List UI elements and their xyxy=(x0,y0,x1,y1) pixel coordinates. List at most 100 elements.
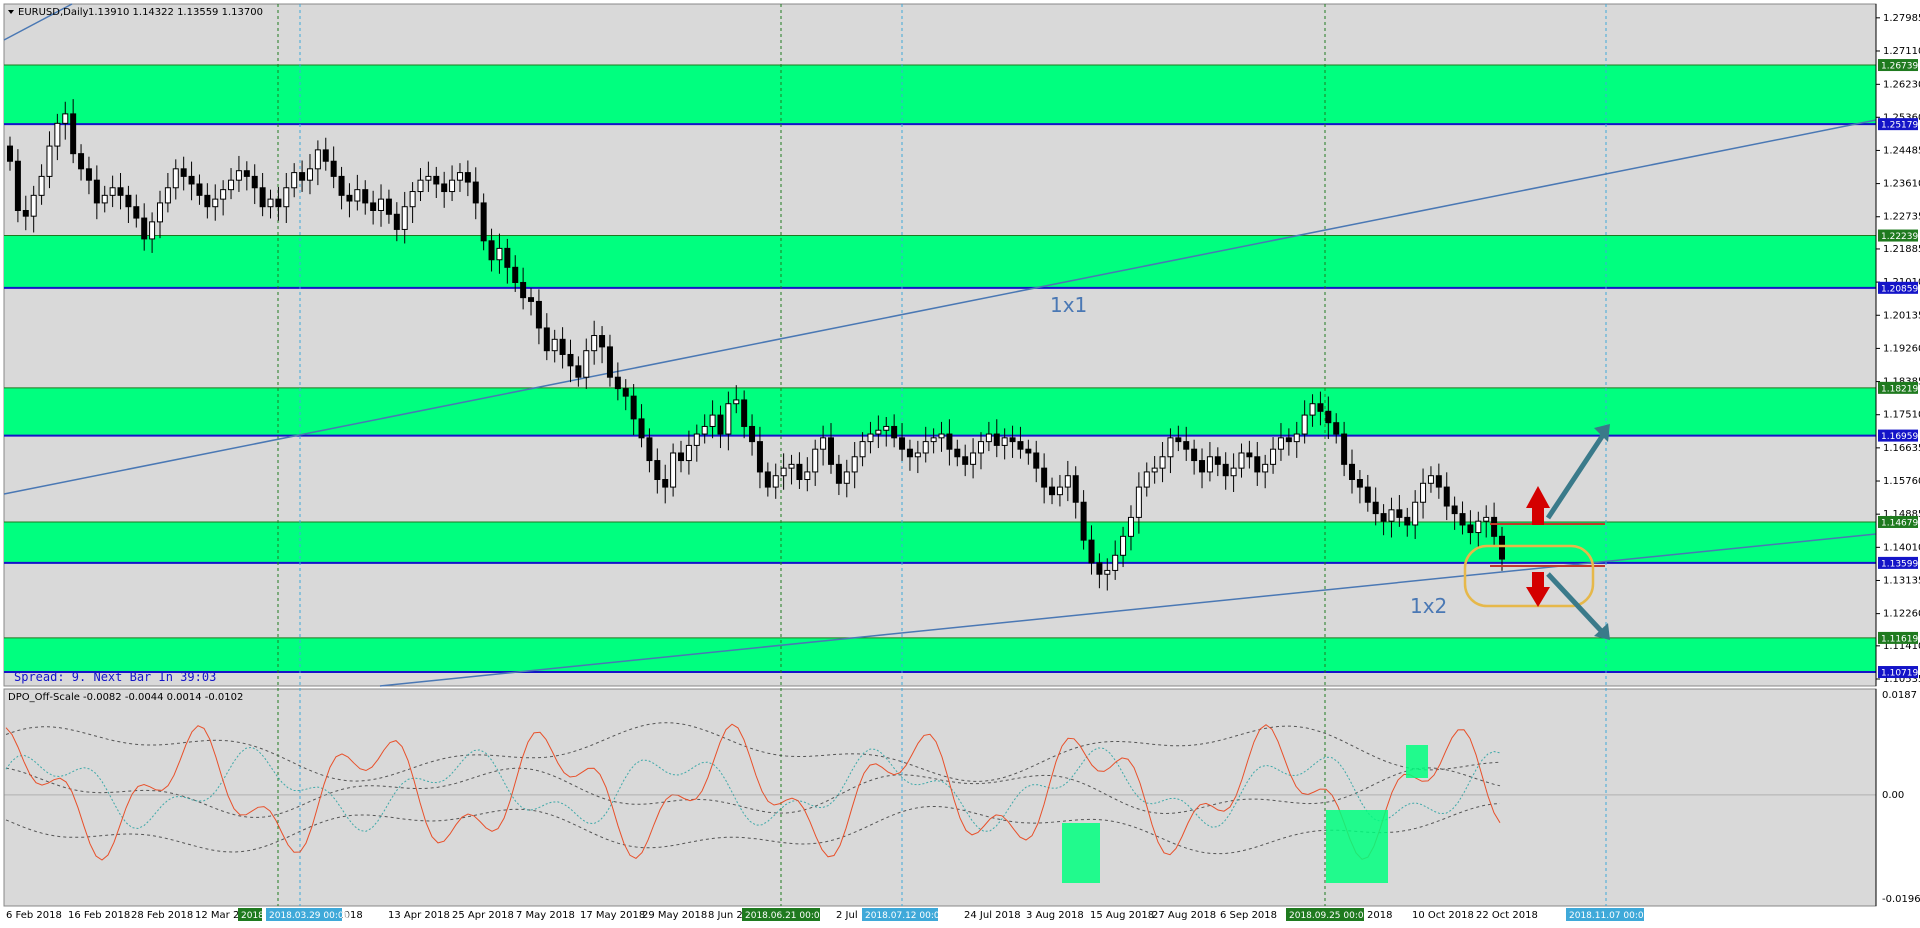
zone-2[interactable] xyxy=(4,235,1876,288)
candle-body xyxy=(512,266,519,283)
candle-body xyxy=(630,395,637,420)
candle-body xyxy=(362,189,369,204)
candle-body xyxy=(1412,501,1419,526)
candle-body xyxy=(125,194,132,208)
candle-body xyxy=(488,240,495,261)
candle-body xyxy=(1206,456,1213,473)
candle-body xyxy=(906,448,913,458)
candle-body xyxy=(1120,535,1127,556)
candle-body xyxy=(1167,437,1174,458)
zone-1[interactable] xyxy=(4,65,1876,125)
candle-body xyxy=(654,460,661,481)
candle-body xyxy=(1459,513,1466,526)
candle-body xyxy=(977,441,984,454)
candle-body xyxy=(1262,463,1269,473)
price-tag-text-3: 1.22239 xyxy=(1881,232,1918,242)
candle-body xyxy=(599,335,606,348)
candle-body xyxy=(559,338,566,355)
candle-body xyxy=(1009,437,1016,443)
candle-body xyxy=(54,122,61,147)
candle-body xyxy=(820,437,827,450)
price-tag-text-7: 1.14679 xyxy=(1881,518,1918,528)
candle-body xyxy=(322,149,329,162)
candle-body xyxy=(835,463,842,484)
price-tick-label: 1.24485 xyxy=(1883,145,1920,156)
candle-body xyxy=(962,456,969,465)
candle-body xyxy=(22,209,29,217)
price-tick-label: 1.15760 xyxy=(1883,476,1920,487)
candle-body xyxy=(1364,486,1371,503)
candle-body xyxy=(1199,460,1206,473)
price-tick-label: 1.23610 xyxy=(1883,179,1920,190)
candle-body xyxy=(528,297,535,302)
chart-canvas[interactable]: 1x1 1x2 1.279851.271 xyxy=(0,0,1920,928)
candle-body xyxy=(7,145,13,162)
candle-body xyxy=(1080,501,1087,541)
candle-body xyxy=(954,448,961,458)
candle-body xyxy=(622,388,629,397)
candle-body xyxy=(1396,509,1403,518)
date-label: 8 Jun 2 xyxy=(708,910,743,921)
candle-body xyxy=(30,194,37,217)
candle-body xyxy=(678,452,685,462)
date-label: 6 Sep 2018 xyxy=(1220,910,1277,921)
candle-body xyxy=(433,175,440,185)
candle-body xyxy=(1380,513,1387,522)
candle-body xyxy=(172,168,179,189)
candle-body xyxy=(338,175,345,196)
indicator-highlight-box-3 xyxy=(1406,745,1428,778)
candle-body xyxy=(1293,433,1300,443)
candle-body xyxy=(1301,414,1308,435)
candle-body xyxy=(583,350,590,378)
candle-body xyxy=(1483,516,1490,522)
candle-body xyxy=(299,172,306,181)
candle-body xyxy=(543,327,550,352)
price-tick-label: 1.27985 xyxy=(1883,13,1920,24)
candle-body xyxy=(291,172,298,189)
chart-window[interactable]: 1x1 1x2 1.279851.271 xyxy=(0,0,1920,928)
candle-body xyxy=(133,206,140,219)
candle-body xyxy=(1143,471,1150,488)
candle-body xyxy=(417,179,424,193)
price-tick-label: 1.12260 xyxy=(1883,609,1920,620)
candle-body xyxy=(749,425,756,443)
candle-body xyxy=(235,170,242,181)
date-label: 27 Aug 2018 xyxy=(1152,910,1216,921)
candle-body xyxy=(1033,452,1040,469)
candle-body xyxy=(306,168,313,181)
date-label: 22 Oct 2018 xyxy=(1476,910,1538,921)
candle-body xyxy=(1017,441,1024,450)
candle-body xyxy=(930,437,937,443)
date-label: 29 May 2018 xyxy=(642,910,707,921)
candle-body xyxy=(1333,422,1340,435)
price-tag-text-8: 1.13599 xyxy=(1881,559,1918,569)
candle-body xyxy=(1230,467,1237,477)
symbol-caption: EURUSD,Daily xyxy=(18,7,89,18)
candle-body xyxy=(1317,403,1324,412)
date-badge-text: 2018.09.25 00:00 xyxy=(1289,911,1370,921)
candle-body xyxy=(1151,467,1158,473)
price-tick-label: 1.17510 xyxy=(1883,410,1920,421)
candle-body xyxy=(480,202,487,242)
candle-body xyxy=(1341,433,1348,465)
zone-4[interactable] xyxy=(4,521,1876,563)
candle-body xyxy=(409,191,416,208)
candle-body xyxy=(1072,475,1079,503)
candle-body xyxy=(164,187,171,204)
candle-body xyxy=(693,433,700,446)
price-tag-text-5: 1.18219 xyxy=(1881,384,1918,394)
candle-body xyxy=(1277,437,1284,450)
candle-body xyxy=(14,160,21,211)
candle-body xyxy=(504,247,511,268)
candle-body xyxy=(212,198,219,208)
candle-body xyxy=(251,175,258,189)
candle-body xyxy=(1127,516,1134,537)
candle-body xyxy=(780,467,787,477)
candle-body xyxy=(330,160,337,177)
indicator-pane[interactable] xyxy=(3,688,1877,907)
candle-body xyxy=(614,376,621,390)
date-label: 24 Jul 2018 xyxy=(964,910,1021,921)
candle-body xyxy=(456,172,463,181)
date-label: 15 Aug 2018 xyxy=(1090,910,1154,921)
zone-5[interactable] xyxy=(4,637,1876,673)
